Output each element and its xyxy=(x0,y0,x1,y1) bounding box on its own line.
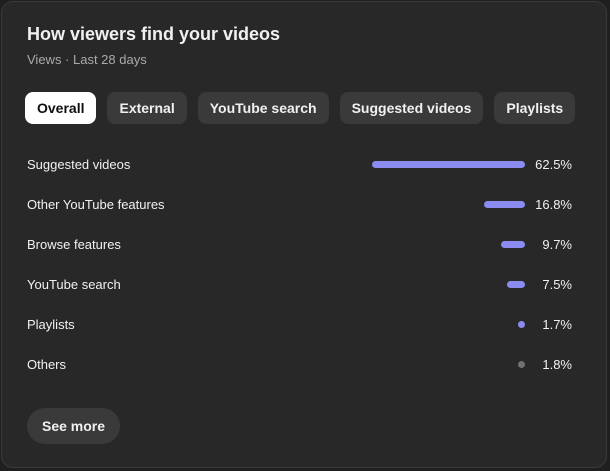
traffic-source-list: Suggested videos 62.5% Other YouTube fea… xyxy=(2,145,608,385)
source-percent: 1.8% xyxy=(542,357,572,372)
source-label: YouTube search xyxy=(27,277,121,292)
source-label: Suggested videos xyxy=(27,157,131,172)
card-title: How viewers find your videos xyxy=(27,24,281,44)
source-row-others: Others 1.8% xyxy=(2,345,608,385)
source-share-bar xyxy=(483,201,525,208)
see-more-button[interactable]: See more xyxy=(27,408,121,444)
source-row-playlists: Playlists 1.7% xyxy=(2,305,608,345)
source-row-youtube-search: YouTube search 7.5% xyxy=(2,265,608,305)
source-percent: 16.8% xyxy=(535,197,572,212)
source-share-bar xyxy=(372,161,525,168)
source-label: Playlists xyxy=(27,317,75,332)
source-percent: 1.7% xyxy=(542,317,572,332)
tab-youtube-search[interactable]: YouTube search xyxy=(197,92,329,124)
traffic-sources-card: How viewers find your videos Views · Las… xyxy=(1,1,607,468)
source-percent: 7.5% xyxy=(542,277,572,292)
source-row-other-youtube-features: Other YouTube features 16.8% xyxy=(2,185,608,225)
source-row-browse-features: Browse features 9.7% xyxy=(2,225,608,265)
source-percent: 62.5% xyxy=(535,157,572,172)
source-share-bar xyxy=(518,361,525,368)
source-percent: 9.7% xyxy=(542,237,572,252)
source-share-bar xyxy=(501,241,525,248)
source-label: Browse features xyxy=(27,237,121,252)
tab-suggested-videos[interactable]: Suggested videos xyxy=(339,92,484,124)
tab-playlists[interactable]: Playlists xyxy=(494,92,576,124)
source-filter-tabs: Overall External YouTube search Suggeste… xyxy=(25,92,576,124)
source-share-bar xyxy=(518,321,525,328)
source-label: Others xyxy=(27,357,67,372)
tab-overall[interactable]: Overall xyxy=(25,92,97,124)
source-row-suggested-videos: Suggested videos 62.5% xyxy=(2,145,608,185)
source-label: Other YouTube features xyxy=(27,197,165,212)
source-share-bar xyxy=(506,281,525,288)
card-subtitle: Views · Last 28 days xyxy=(27,52,147,67)
tab-external[interactable]: External xyxy=(107,92,187,124)
